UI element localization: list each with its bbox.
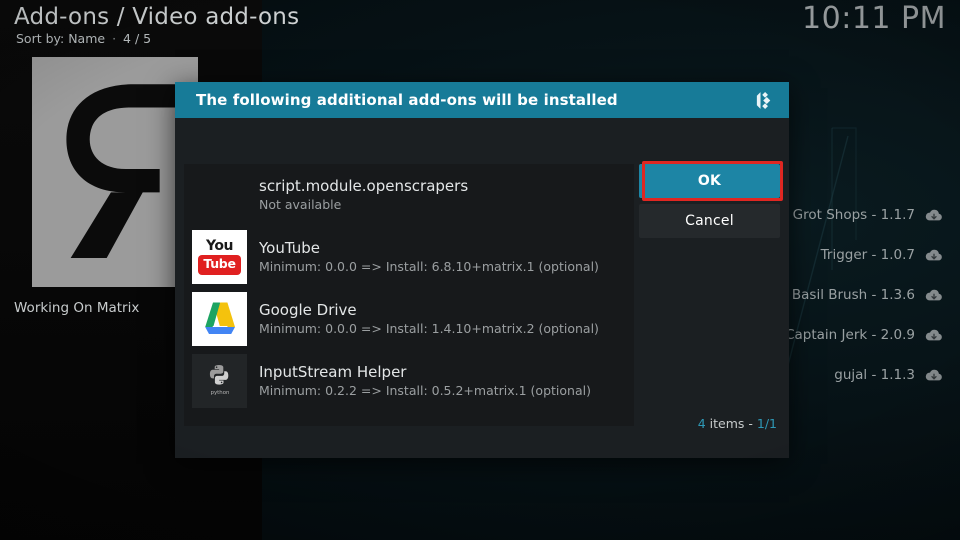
addon-list: script.module.openscrapers Not available…: [184, 164, 634, 412]
addon-text: YouTube Minimum: 0.0.0 => Install: 6.8.1…: [259, 239, 599, 276]
sort-info: Sort by: Name · 4 / 5: [16, 31, 151, 46]
addon-detail: Minimum: 0.2.2 => Install: 0.5.2+matrix.…: [259, 383, 591, 399]
thumbnail-label: Working On Matrix: [14, 300, 140, 316]
install-dependencies-dialog: The following additional add-ons will be…: [175, 82, 789, 458]
kodi-screen: Add-ons / Video add-ons Sort by: Name · …: [0, 0, 960, 540]
python-logo-caption: python: [210, 390, 229, 396]
sort-separator: ·: [112, 31, 117, 46]
sidebar-item-label: Grot Shops - 1.1.7: [792, 207, 915, 223]
item-count-page: 1/1: [756, 416, 777, 431]
addon-name: InputStream Helper: [259, 362, 407, 381]
cloud-download-icon: [925, 329, 942, 341]
cloud-download-icon: [925, 289, 942, 301]
sidebar-item-label: Basil Brush - 1.3.6: [791, 287, 915, 303]
addon-name: script.module.openscrapers: [259, 176, 469, 195]
table-row[interactable]: You Tube YouTube Minimum: 0.0.0 => Insta…: [184, 226, 634, 288]
youtube-logo-you-text: You: [206, 238, 233, 255]
addon-text: script.module.openscrapers Not available: [259, 177, 468, 214]
table-row[interactable]: python InputStream Helper Minimum: 0.2.2…: [184, 350, 634, 412]
addon-thumbnail: [32, 57, 198, 287]
python-logo-icon: python: [192, 354, 247, 408]
addon-detail: Minimum: 0.0.0 => Install: 6.8.10+matrix…: [259, 259, 599, 275]
google-drive-logo-icon: [192, 292, 247, 346]
sidebar-item-label: Captain Jerk - 2.0.9: [785, 327, 915, 343]
ok-button[interactable]: OK: [639, 164, 780, 198]
addon-name: Google Drive: [259, 300, 357, 319]
kodi-logo-icon: [756, 91, 771, 110]
cloud-download-icon: [925, 249, 942, 261]
youtube-logo-icon: You Tube: [192, 230, 247, 284]
breadcrumb: Add-ons / Video add-ons: [14, 4, 300, 30]
youtube-logo-tube-text: Tube: [198, 255, 241, 275]
table-row[interactable]: Google Drive Minimum: 0.0.0 => Install: …: [184, 288, 634, 350]
cancel-button[interactable]: Cancel: [639, 204, 780, 238]
addon-icon-placeholder: [192, 168, 247, 222]
addon-text: Google Drive Minimum: 0.0.0 => Install: …: [259, 301, 599, 338]
item-count: 4 items - 1/1: [698, 416, 777, 431]
addon-name: YouTube: [259, 238, 320, 257]
sidebar-item-label: Trigger - 1.0.7: [820, 247, 915, 263]
cloud-download-icon: [925, 209, 942, 221]
mirrored-r-logo-icon: [66, 84, 179, 259]
addon-detail: Minimum: 0.0.0 => Install: 1.4.10+matrix…: [259, 321, 599, 337]
addon-list-panel[interactable]: script.module.openscrapers Not available…: [184, 164, 634, 426]
addon-text: InputStream Helper Minimum: 0.2.2 => Ins…: [259, 363, 591, 400]
clock: 10:11 PM: [802, 1, 946, 36]
addon-detail: Not available: [259, 197, 342, 213]
item-count-number: 4: [697, 416, 706, 431]
sidebar-item-label: gujal - 1.1.3: [834, 367, 915, 383]
item-position: 4 / 5: [123, 31, 152, 46]
dialog-header: The following additional add-ons will be…: [175, 82, 789, 118]
cloud-download-icon: [925, 369, 942, 381]
table-row[interactable]: script.module.openscrapers Not available: [184, 164, 634, 226]
dialog-buttons: OK Cancel: [639, 164, 780, 238]
item-count-label: items -: [709, 416, 753, 431]
dialog-title: The following additional add-ons will be…: [196, 91, 618, 109]
dialog-body: script.module.openscrapers Not available…: [175, 118, 789, 458]
sort-label: Sort by: Name: [16, 31, 106, 46]
